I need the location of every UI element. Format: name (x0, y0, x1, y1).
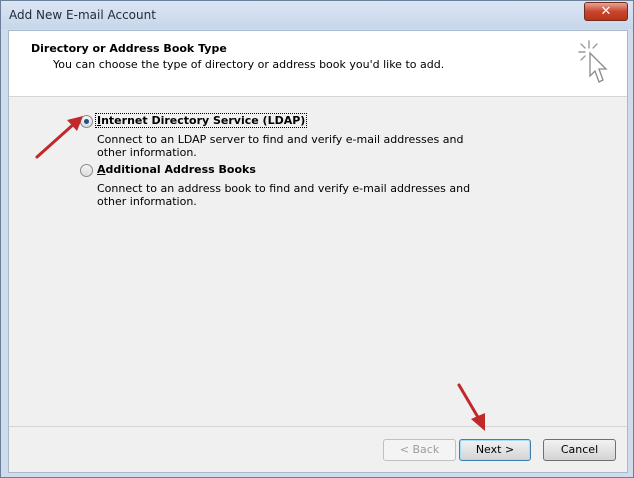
dialog-body: Directory or Address Book Type You can c… (8, 30, 628, 473)
next-button[interactable]: Next > (459, 439, 531, 461)
back-button[interactable]: < Back (383, 439, 456, 461)
address-books-radio[interactable] (80, 164, 93, 177)
window-title: Add New E-mail Account (9, 8, 156, 22)
address-books-label-text: Additional Address Books (97, 163, 256, 176)
cancel-button[interactable]: Cancel (543, 439, 616, 461)
title-bar[interactable]: Add New E-mail Account ✕ (1, 1, 633, 29)
ldap-label-text: Internet Directory Service (LDAP) (97, 114, 306, 127)
ldap-label[interactable]: Internet Directory Service (LDAP) (94, 113, 308, 128)
annotation-arrow-next (457, 383, 485, 431)
wizard-header: Directory or Address Book Type You can c… (9, 31, 627, 97)
address-books-label[interactable]: Additional Address Books (97, 163, 256, 176)
wizard-cursor-icon (578, 40, 608, 83)
page-title: Directory or Address Book Type (31, 42, 227, 55)
close-icon: ✕ (600, 4, 612, 19)
ldap-description: Connect to an LDAP server to find and ve… (97, 133, 464, 159)
footer-divider (9, 426, 627, 427)
close-button[interactable]: ✕ (584, 2, 628, 21)
address-books-description: Connect to an address book to find and v… (97, 182, 471, 208)
page-subtitle: You can choose the type of directory or … (53, 58, 445, 71)
dialog-window: Add New E-mail Account ✕ Directory or Ad… (0, 0, 634, 478)
annotation-arrow-ldap (35, 116, 83, 159)
